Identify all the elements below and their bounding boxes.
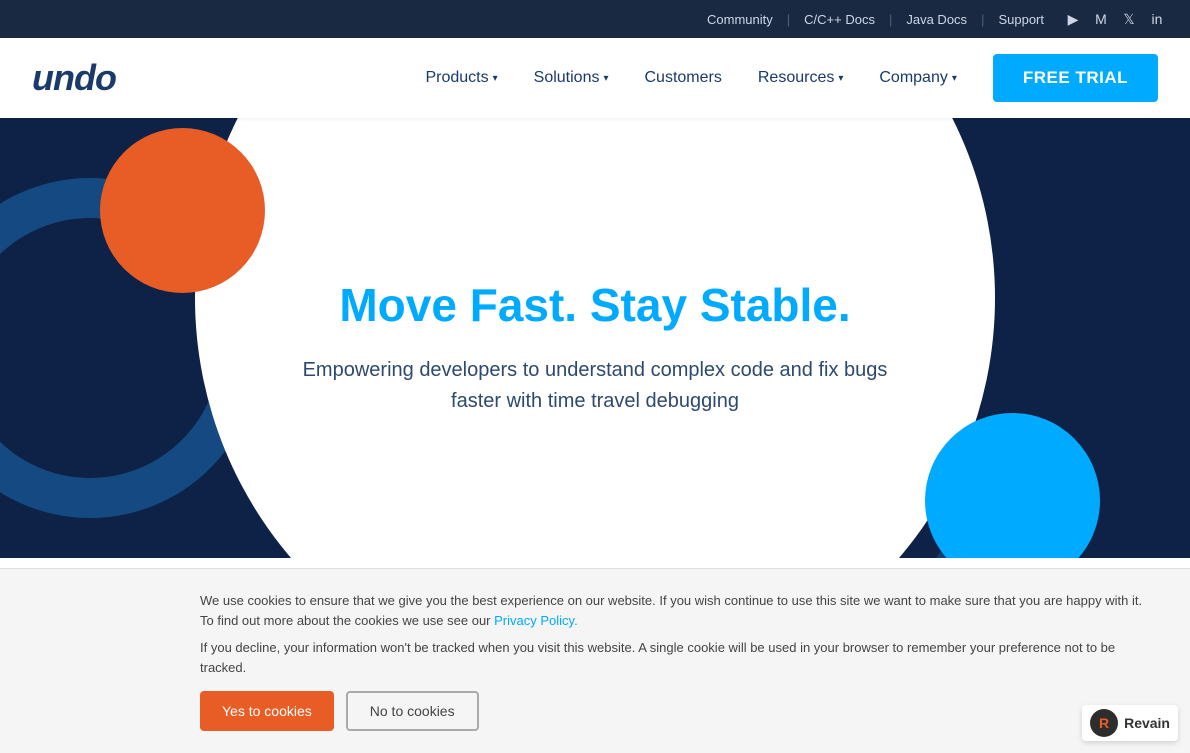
nav-solutions-label: Solutions [534, 69, 600, 87]
nav-company-label: Company [879, 69, 947, 87]
no-to-cookies-button[interactable]: No to cookies [346, 691, 479, 731]
nav-links: Products ▾ Solutions ▾ Customers Resourc… [409, 61, 972, 95]
linkedin-icon[interactable]: in [1148, 10, 1166, 28]
cookie-buttons: Yes to cookies No to cookies [200, 691, 1158, 731]
resources-chevron-icon: ▾ [838, 73, 843, 84]
hero-title: Move Fast. Stay Stable. [295, 279, 895, 332]
hero-content: Move Fast. Stay Stable. Empowering devel… [255, 219, 935, 458]
nav-products-label: Products [425, 69, 488, 87]
cookie-text-1: We use cookies to ensure that we give yo… [200, 591, 1158, 630]
logo[interactable]: undo [32, 57, 116, 99]
products-chevron-icon: ▾ [493, 73, 498, 84]
topbar: Community | C/C++ Docs | Java Docs | Sup… [0, 0, 1190, 38]
youtube-icon[interactable]: ▶ [1064, 10, 1082, 28]
orange-circle-decoration [100, 128, 265, 293]
cookie-text-2: If you decline, your information won't b… [200, 638, 1158, 677]
topbar-support[interactable]: Support [984, 12, 1058, 27]
hero-section: Move Fast. Stay Stable. Empowering devel… [0, 118, 1190, 558]
free-trial-button[interactable]: FREE TRIAL [993, 54, 1158, 102]
nav-solutions[interactable]: Solutions ▾ [518, 61, 625, 95]
medium-icon[interactable]: M [1092, 10, 1110, 28]
nav-customers[interactable]: Customers [629, 61, 738, 95]
solutions-chevron-icon: ▾ [603, 73, 608, 84]
nav-company[interactable]: Company ▾ [863, 61, 973, 95]
revain-badge[interactable]: R Revain [1082, 705, 1178, 741]
nav-resources-label: Resources [758, 69, 834, 87]
topbar-links: Community | C/C++ Docs | Java Docs | Sup… [693, 12, 1058, 27]
topbar-cpp-docs[interactable]: C/C++ Docs [790, 12, 889, 27]
privacy-policy-link[interactable]: Privacy Policy. [494, 613, 578, 628]
revain-icon: R [1090, 709, 1118, 737]
twitter-icon[interactable]: 𝕏 [1120, 10, 1138, 28]
cookie-banner: We use cookies to ensure that we give yo… [0, 568, 1190, 753]
company-chevron-icon: ▾ [952, 73, 957, 84]
topbar-social-icons: ▶ M 𝕏 in [1064, 10, 1166, 28]
nav-resources[interactable]: Resources ▾ [742, 61, 860, 95]
hero-subtitle: Empowering developers to understand comp… [295, 355, 895, 417]
logo-text: undo [32, 57, 116, 98]
yes-to-cookies-button[interactable]: Yes to cookies [200, 691, 334, 731]
revain-label: Revain [1124, 715, 1170, 731]
topbar-community[interactable]: Community [693, 12, 787, 27]
nav-products[interactable]: Products ▾ [409, 61, 513, 95]
navbar: undo Products ▾ Solutions ▾ Customers Re… [0, 38, 1190, 118]
nav-customers-label: Customers [645, 69, 722, 87]
topbar-java-docs[interactable]: Java Docs [892, 12, 981, 27]
